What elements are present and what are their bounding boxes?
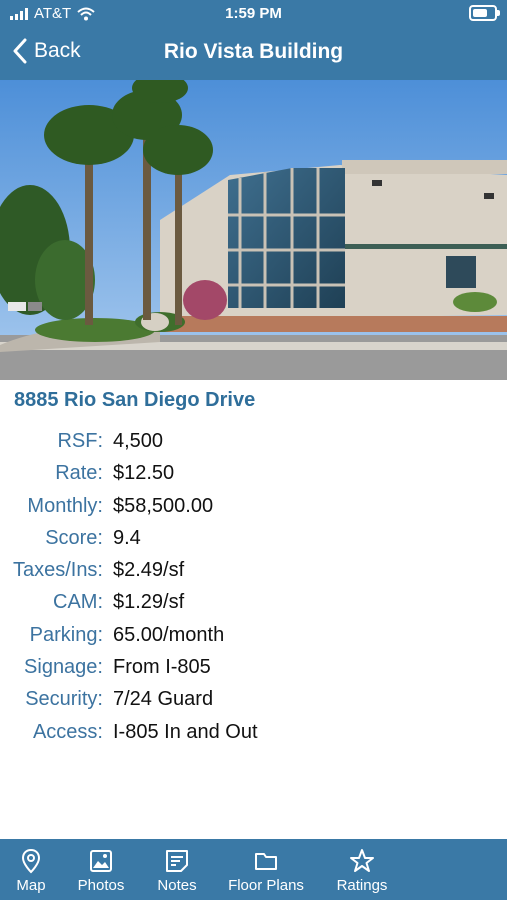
tab-label: Map (16, 877, 46, 894)
detail-value: 4,500 (113, 430, 164, 452)
detail-label: Access: (32, 720, 103, 743)
detail-label: Parking: (29, 623, 103, 646)
property-address: 8885 Rio San Diego Drive (14, 389, 256, 411)
tab-photos[interactable]: Photos (66, 839, 136, 900)
detail-value: $12.50 (113, 462, 175, 485)
star-icon (350, 849, 374, 872)
tab-label: Photos (77, 877, 125, 894)
detail-value: $1.29/sf (113, 591, 185, 614)
detail-label: RSF: (57, 430, 103, 452)
notes-icon (166, 850, 188, 872)
tab-floor-plans[interactable]: Floor Plans (222, 839, 310, 900)
detail-row-taxes: Taxes/Ins: $2.49/sf (0, 559, 507, 591)
tab-map[interactable]: Map (0, 839, 62, 900)
detail-label: CAM: (53, 591, 103, 614)
tab-label: Notes (157, 877, 197, 894)
tab-notes[interactable]: Notes (144, 839, 210, 900)
detail-row-score: Score: 9.4 (0, 527, 507, 559)
detail-row-signage: Signage: From I-805 (0, 656, 507, 688)
detail-value: 9.4 (113, 526, 141, 549)
detail-label: Rate: (55, 462, 103, 485)
detail-label: Monthly: (27, 494, 103, 517)
tab-label: Ratings (336, 877, 388, 894)
detail-value: $2.49/sf (113, 559, 185, 582)
detail-label: Taxes/Ins: (12, 559, 103, 582)
detail-row-rsf: RSF: 4,500 (0, 430, 507, 462)
header: AT&T 1:59 PM Back Rio Vista Building (0, 0, 507, 80)
detail-value: $58,500.00 (113, 494, 214, 517)
detail-row-cam: CAM: $1.29/sf (0, 591, 507, 623)
page-title: Rio Vista Building (163, 40, 344, 63)
map-pin-icon (21, 848, 41, 874)
detail-label: Signage: (24, 656, 103, 679)
detail-row-security: Security: 7/24 Guard (0, 688, 507, 720)
detail-row-parking: Parking: 65.00/month (0, 624, 507, 656)
detail-value: 7/24 Guard (113, 688, 214, 711)
detail-value: 65.00/month (113, 623, 225, 646)
nav-bar: Back Rio Vista Building (0, 34, 507, 74)
battery-icon (469, 5, 500, 21)
detail-value: From I-805 (113, 656, 211, 679)
detail-row-monthly: Monthly: $58,500.00 (0, 495, 507, 527)
detail-row-access: Access: I-805 In and Out (0, 721, 507, 753)
tab-bar: Map Photos Notes Floor Plans Ratings (0, 839, 507, 900)
detail-label: Security: (25, 688, 103, 711)
building-photo (0, 80, 507, 380)
tab-label: Floor Plans (228, 877, 304, 894)
photo-icon (90, 850, 112, 872)
folder-icon (255, 853, 277, 870)
status-bar: AT&T 1:59 PM (0, 0, 507, 28)
detail-label: Score: (45, 526, 103, 549)
tab-ratings[interactable]: Ratings (326, 839, 398, 900)
status-time: 1:59 PM (225, 5, 282, 22)
detail-value: I-805 In and Out (113, 720, 258, 743)
property-details: RSF: 4,500 Rate: $12.50 Monthly: $58,500… (0, 430, 507, 753)
detail-row-rate: Rate: $12.50 (0, 462, 507, 494)
